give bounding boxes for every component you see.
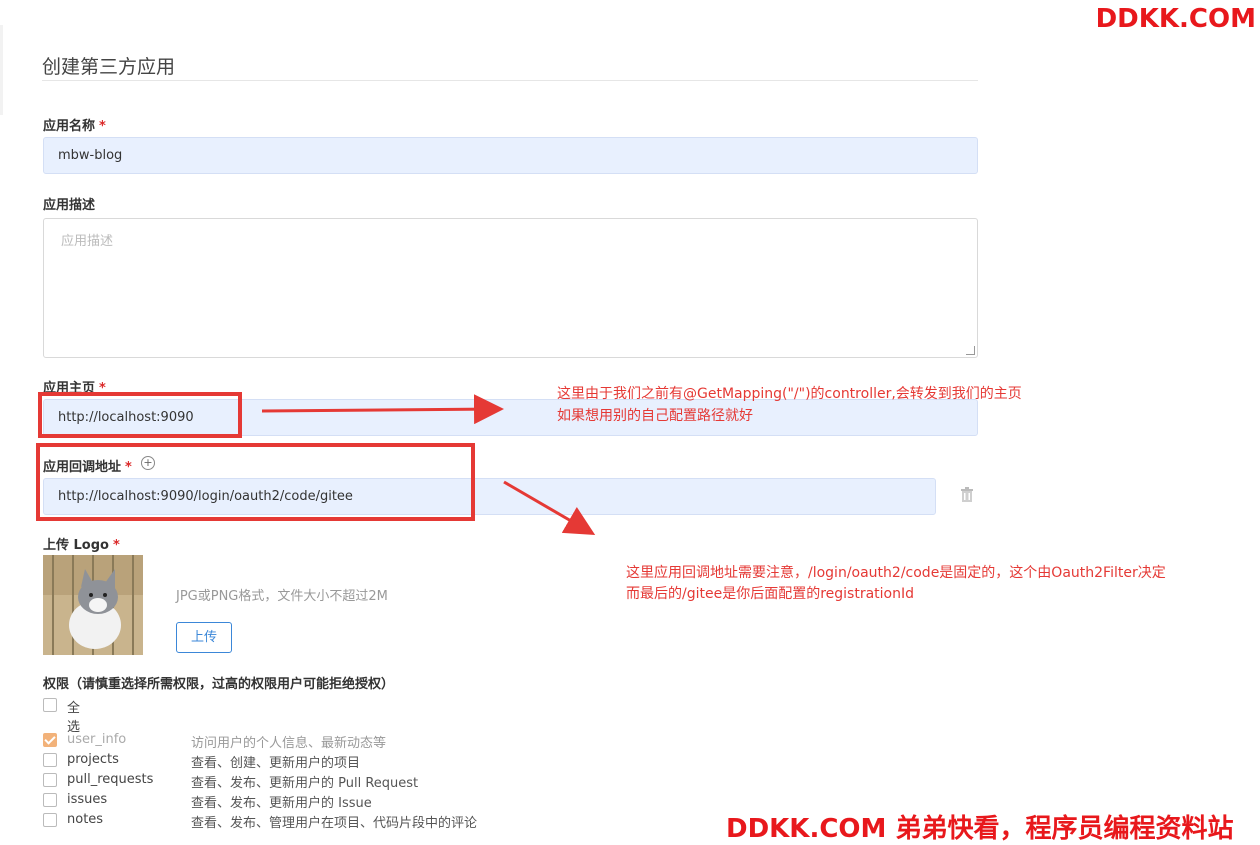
logo-preview-image (43, 555, 143, 655)
scope-name: projects (67, 752, 119, 767)
scope-desc: 查看、发布、更新用户的 Issue (191, 796, 372, 811)
scope-desc: 查看、创建、更新用户的项目 (191, 756, 361, 771)
watermark-bottom: DDKK.COM 弟弟快看，程序员编程资料站 (726, 814, 1234, 844)
callback-note-line1: 这里应用回调地址需要注意，/login/oauth2/code是固定的，这个由O… (626, 565, 1166, 581)
checkbox[interactable] (43, 793, 57, 807)
homepage-note-line2: 如果想用别的自己配置路径就好 (557, 408, 753, 424)
checkbox[interactable] (43, 698, 57, 712)
checkbox[interactable] (43, 813, 57, 827)
logo-label: 上传 Logo * (43, 534, 120, 553)
select-all-label: 全选 (67, 701, 81, 735)
scope-name: issues (67, 792, 108, 807)
checkbox-checked[interactable] (43, 733, 57, 747)
callback-note-line2: 而最后的/gitee是你后面配置的registrationId (626, 586, 914, 602)
checkbox[interactable] (43, 753, 57, 767)
scope-name: user_info (67, 732, 127, 747)
scope-name: pull_requests (67, 772, 154, 787)
scope-desc: 访问用户的个人信息、最新动态等 (191, 736, 387, 751)
scope-desc: 查看、发布、管理用户在项目、代码片段中的评论 (191, 816, 478, 831)
upload-button[interactable]: 上传 (176, 622, 232, 653)
required-mark: * (112, 538, 120, 553)
permissions-title: 权限（请慎重选择所需权限，过高的权限用户可能拒绝授权） (43, 677, 395, 692)
logo-label-text: 上传 Logo (43, 538, 109, 553)
scope-desc: 查看、发布、更新用户的 Pull Request (191, 776, 419, 791)
homepage-note-line1: 这里由于我们之前有@GetMapping("/")的controller,会转发… (557, 386, 1022, 402)
callback-arrow (503, 480, 596, 536)
homepage-arrow (261, 394, 504, 425)
logo-hint: JPG或PNG格式，文件大小不超过2M (176, 589, 388, 604)
scope-name: notes (67, 812, 104, 827)
checkbox[interactable] (43, 773, 57, 787)
